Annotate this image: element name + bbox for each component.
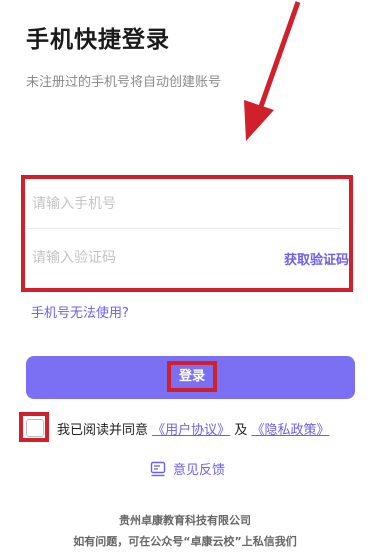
login-button[interactable]: 登录 [26, 356, 355, 399]
company-name: 贵州卓康教育科技有限公司 [119, 514, 251, 527]
phone-unusable-link[interactable]: 手机号无法使用? [31, 302, 129, 321]
feedback-label: 意见反馈 [173, 463, 226, 478]
agreement-row: 我已阅读并同意 《用户协议》 及 《隐私政策》 [19, 412, 364, 442]
user-agreement-link[interactable]: 《用户协议》 [152, 423, 230, 438]
feedback-link[interactable]: 意见反馈 [150, 459, 225, 478]
agreement-prefix: 我已阅读并同意 [57, 423, 149, 438]
feedback-icon [150, 461, 166, 477]
contact-info: 如有问题，可在公众号“卓康云校”上私信我们 [73, 535, 297, 548]
field-divider [28, 228, 341, 229]
agreement-checkbox[interactable] [19, 412, 49, 442]
get-code-button[interactable]: 获取验证码 [284, 249, 349, 268]
login-button-label: 登录 [167, 361, 217, 392]
privacy-policy-link[interactable]: 《隐私政策》 [251, 423, 329, 438]
page-subtitle: 未注册过的手机号将自动创建账号 [26, 75, 222, 90]
phone-input[interactable] [32, 193, 342, 215]
page-title: 手机快捷登录 [26, 27, 170, 53]
agreement-text: 我已阅读并同意 《用户协议》 及 《隐私政策》 [57, 419, 329, 438]
agreement-conjunction: 及 [234, 423, 248, 438]
verification-code-input[interactable] [32, 247, 252, 269]
login-form: 获取验证码 [21, 175, 353, 292]
checkbox-icon [26, 419, 44, 437]
